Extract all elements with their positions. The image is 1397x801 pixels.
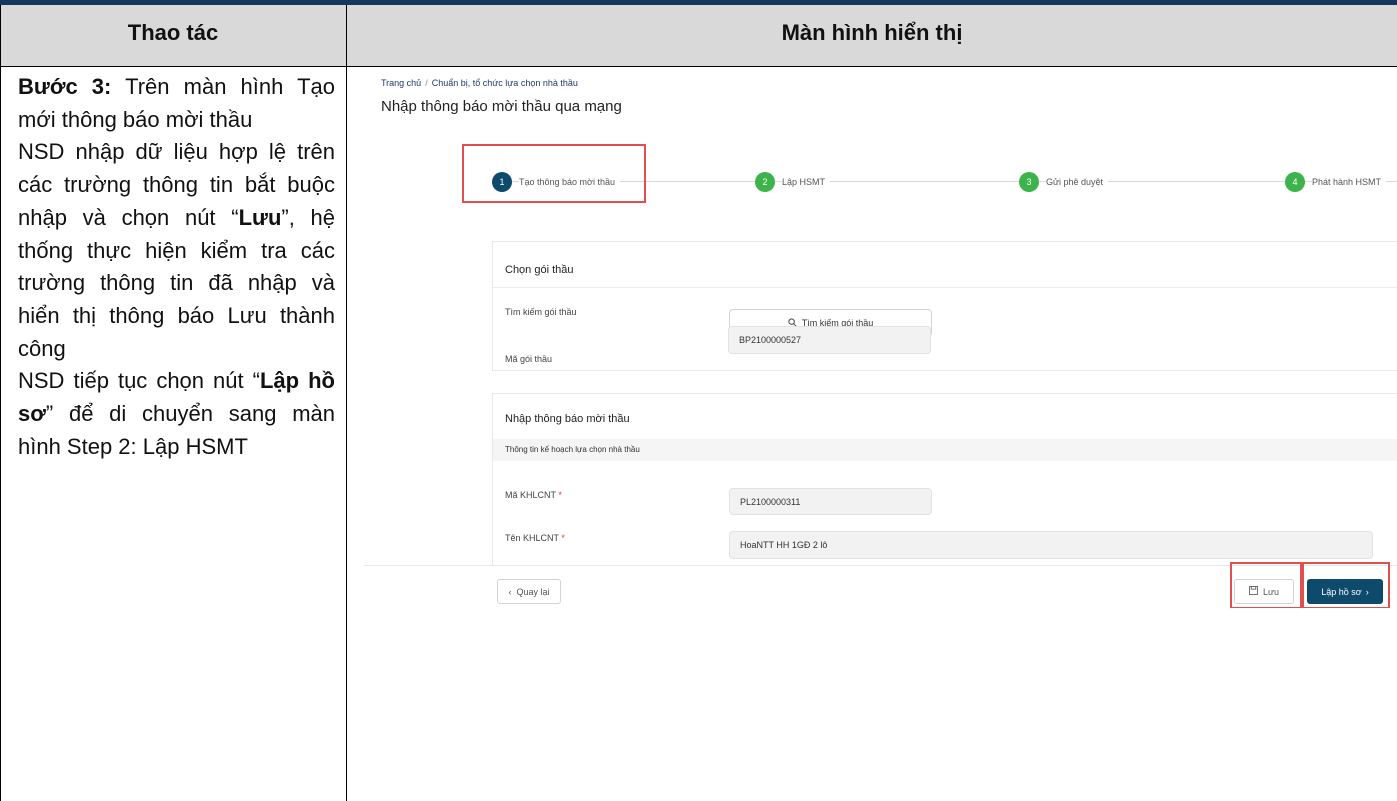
khlcnt-name-label: Tên KHLCNT * — [505, 533, 565, 543]
step-2-number: 2 — [755, 172, 775, 192]
package-card: Chọn gói thầu Tìm kiếm gói thầu Tìm kiếm… — [492, 241, 1397, 371]
khlcnt-code-field[interactable]: PL2100000311 — [729, 488, 932, 515]
step-label: Bước 3: — [18, 74, 112, 99]
instruction-paragraph-1: Bước 3: Trên màn hình Tạo mới thông báo … — [18, 71, 335, 136]
header-action: Thao tác — [127, 20, 219, 45]
breadcrumb-current[interactable]: Chuẩn bị, tổ chức lựa chọn nhà thầu — [432, 78, 578, 88]
step-4[interactable]: 4 Phát hành HSMT — [1285, 171, 1387, 193]
notice-card: Nhập thông báo mời thầu Thông tin kế hoạ… — [492, 393, 1397, 566]
step-4-label: Phát hành HSMT — [1312, 177, 1387, 187]
table-column-divider — [346, 5, 347, 801]
required-mark: * — [561, 533, 565, 543]
package-code-label: Mã gói thầu — [505, 354, 553, 364]
header-screen: Màn hình hiển thị — [781, 20, 963, 45]
table-border-left — [0, 5, 1, 801]
khlcnt-code-label: Mã KHLCNT * — [505, 490, 562, 500]
back-button-label: Quay lại — [516, 586, 550, 597]
highlight-save — [1230, 562, 1302, 608]
instruction-paragraph-3: NSD tiếp tục chọn nút “Lập hồ sơ” để di … — [18, 365, 335, 463]
notice-card-title: Nhập thông báo mời thầu — [505, 413, 630, 425]
chevron-left-icon: ‹ — [508, 586, 512, 597]
breadcrumb-separator: / — [425, 78, 428, 88]
khlcnt-code-label-text: Mã KHLCNT — [505, 490, 556, 500]
khlcnt-name-label-text: Tên KHLCNT — [505, 533, 559, 543]
required-mark: * — [558, 490, 562, 500]
embedded-screenshot: Trang chủ / Chuẩn bị, tổ chức lựa chọn nhà… — [364, 68, 1397, 608]
table-header-row: Thao tác Màn hình hiển thị — [0, 5, 1397, 67]
step-4-number: 4 — [1285, 172, 1305, 192]
package-card-divider — [493, 287, 1397, 288]
page-title: Nhập thông báo mời thầu qua mạng — [381, 98, 622, 115]
step-3[interactable]: 3 Gửi phê duyệt — [1019, 171, 1109, 193]
p3-text-b: ” để di chuyển sang màn hình Step 2: Lập… — [18, 401, 335, 459]
step-3-number: 3 — [1019, 172, 1039, 192]
search-label: Tìm kiếm gói thầu — [505, 307, 577, 317]
package-code-field[interactable]: BP2100000527 — [728, 326, 931, 354]
p3-text-a: NSD tiếp tục chọn nút “ — [18, 368, 260, 394]
step-2-label: Lập HSMT — [782, 177, 831, 187]
step-2[interactable]: 2 Lập HSMT — [755, 171, 831, 193]
package-card-title: Chọn gói thầu — [505, 264, 574, 276]
instruction-paragraph-2: NSD nhập dữ liệu hợp lệ trên các trường … — [18, 136, 335, 365]
breadcrumb-home[interactable]: Trang chủ — [381, 78, 421, 88]
highlight-create — [1302, 562, 1390, 608]
back-button[interactable]: ‹ Quay lại — [497, 579, 561, 604]
khlcnt-section-band: Thông tin kế hoạch lựa chọn nhà thầu — [493, 439, 1397, 461]
highlight-step-1 — [462, 144, 646, 203]
instruction-text: Bước 3: Trên màn hình Tạo mới thông báo … — [18, 71, 335, 463]
p2-bold: Lưu — [238, 204, 282, 230]
step-3-label: Gửi phê duyệt — [1046, 177, 1109, 187]
breadcrumb: Trang chủ / Chuẩn bị, tổ chức lựa chọn nhà… — [381, 78, 578, 88]
khlcnt-name-field[interactable]: HoaNTT HH 1GĐ 2 lô — [729, 531, 1373, 559]
